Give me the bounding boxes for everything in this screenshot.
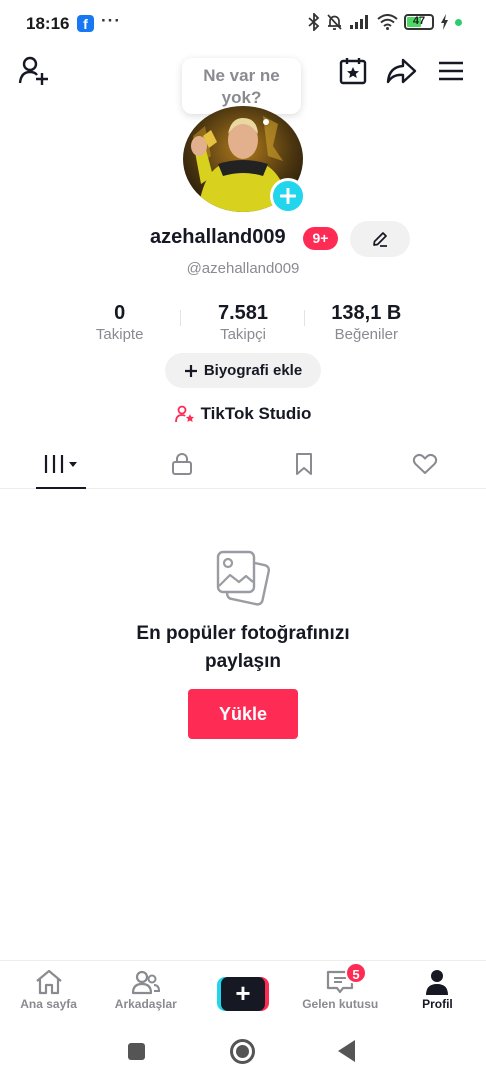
plus-icon (184, 364, 197, 377)
upload-label: Yükle (218, 703, 268, 724)
stat-value: 7.581 (217, 302, 269, 324)
facebook-notification-icon: f (77, 15, 94, 32)
stat-label: Takipte (95, 326, 144, 343)
more-notifications-icon: ··· (101, 11, 121, 30)
nav-inbox-label: Gelen kutusu (302, 997, 379, 1011)
battery-level: 47 (412, 15, 426, 27)
tab-favorites[interactable] (243, 440, 365, 488)
battery-icon: 47 (404, 14, 434, 30)
add-story-button[interactable] (270, 178, 306, 214)
calendar-button[interactable] (336, 54, 370, 88)
menu-button[interactable] (434, 54, 468, 88)
profile-icon (426, 970, 449, 995)
nav-home-label: Ana sayfa (20, 997, 77, 1011)
stat-label: Beğeniler (334, 326, 399, 343)
status-bubble-text: Ne var ne yok? (203, 66, 280, 107)
nav-create[interactable]: + (194, 961, 291, 1020)
divider (304, 310, 305, 326)
pencil-icon (373, 232, 387, 247)
add-user-icon (18, 56, 48, 85)
divider (180, 310, 181, 326)
username-row: azehalland009 9+ (0, 221, 486, 257)
stat-likes[interactable]: 138,1 B Beğeniler (305, 302, 428, 346)
hamburger-menu-icon (439, 61, 463, 81)
share-button[interactable] (384, 54, 418, 88)
nav-home[interactable]: Ana sayfa (0, 961, 97, 1020)
notification-badge[interactable]: 9+ (303, 227, 338, 250)
home-icon (35, 969, 62, 995)
home-system-button[interactable] (230, 1039, 255, 1064)
bottom-navigation: Ana sayfa Arkadaşlar + Gelen kutusu Prof… (0, 960, 486, 1020)
plus-icon (280, 188, 296, 204)
upload-button[interactable]: Yükle (188, 689, 298, 739)
username: azehalland009 (150, 226, 286, 248)
status-icons: 47 (308, 13, 462, 31)
privacy-indicator-icon (455, 18, 462, 26)
tiktok-studio-link[interactable]: TikTok Studio (0, 404, 486, 424)
nav-friends-label: Arkadaşlar (114, 997, 177, 1011)
stat-following[interactable]: 0 Takipte (58, 302, 181, 346)
tab-private[interactable] (122, 440, 244, 488)
back-button[interactable] (338, 1040, 355, 1062)
share-icon (386, 58, 417, 84)
friends-icon (131, 970, 160, 995)
tab-liked[interactable] (365, 440, 486, 488)
creator-star-icon (174, 405, 194, 423)
edit-profile-button[interactable] (350, 221, 410, 257)
tiktok-studio-label: TikTok Studio (200, 404, 312, 423)
create-plus-icon: + (221, 977, 265, 1011)
stat-value: 0 (114, 302, 126, 324)
bookmark-icon (295, 453, 312, 475)
nav-profile[interactable]: Profil (389, 961, 486, 1020)
stat-label: Takipçi (220, 326, 266, 343)
user-handle: @azehalland009 (186, 260, 300, 277)
profile-stats: 0 Takipte 7.581 Takipçi 138,1 B Beğenile… (58, 302, 428, 346)
nav-inbox[interactable]: Gelen kutusu (292, 961, 389, 1020)
add-bio-button[interactable]: Biyografi ekle (165, 353, 321, 388)
charging-icon (441, 14, 448, 30)
recents-button[interactable] (128, 1043, 145, 1060)
lock-icon (172, 453, 193, 475)
signal-icon (350, 15, 368, 29)
nav-friends[interactable]: Arkadaşlar (97, 961, 194, 1020)
add-bio-label: Biyografi ekle (203, 362, 303, 379)
wifi-icon (377, 14, 398, 30)
grid-icon (44, 455, 77, 473)
content-tabs (0, 440, 486, 489)
inbox-count-badge: 5 (345, 962, 367, 984)
bubble-tail (263, 119, 269, 125)
status-time: 18:16 (26, 14, 70, 33)
nav-profile-label: Profil (422, 997, 453, 1011)
stat-value: 138,1 B (331, 302, 402, 324)
bluetooth-icon (308, 13, 320, 31)
system-navigation-bar (0, 1020, 486, 1080)
stat-followers[interactable]: 7.581 Takipçi (181, 302, 304, 346)
empty-state-title-text: En popüler fotoğrafınızı paylaşın (136, 623, 350, 672)
mute-bell-icon (327, 14, 342, 30)
status-bar: 18:16 f ··· 47 (0, 0, 486, 48)
photo-placeholder-icon (210, 548, 274, 608)
heart-icon (413, 453, 438, 474)
create-button[interactable]: + (217, 977, 269, 1011)
empty-state-title: En popüler fotoğrafınızı paylaşın (0, 620, 486, 676)
calendar-star-icon (339, 58, 367, 85)
add-friend-button[interactable] (17, 54, 51, 88)
tab-videos[interactable] (0, 440, 122, 488)
